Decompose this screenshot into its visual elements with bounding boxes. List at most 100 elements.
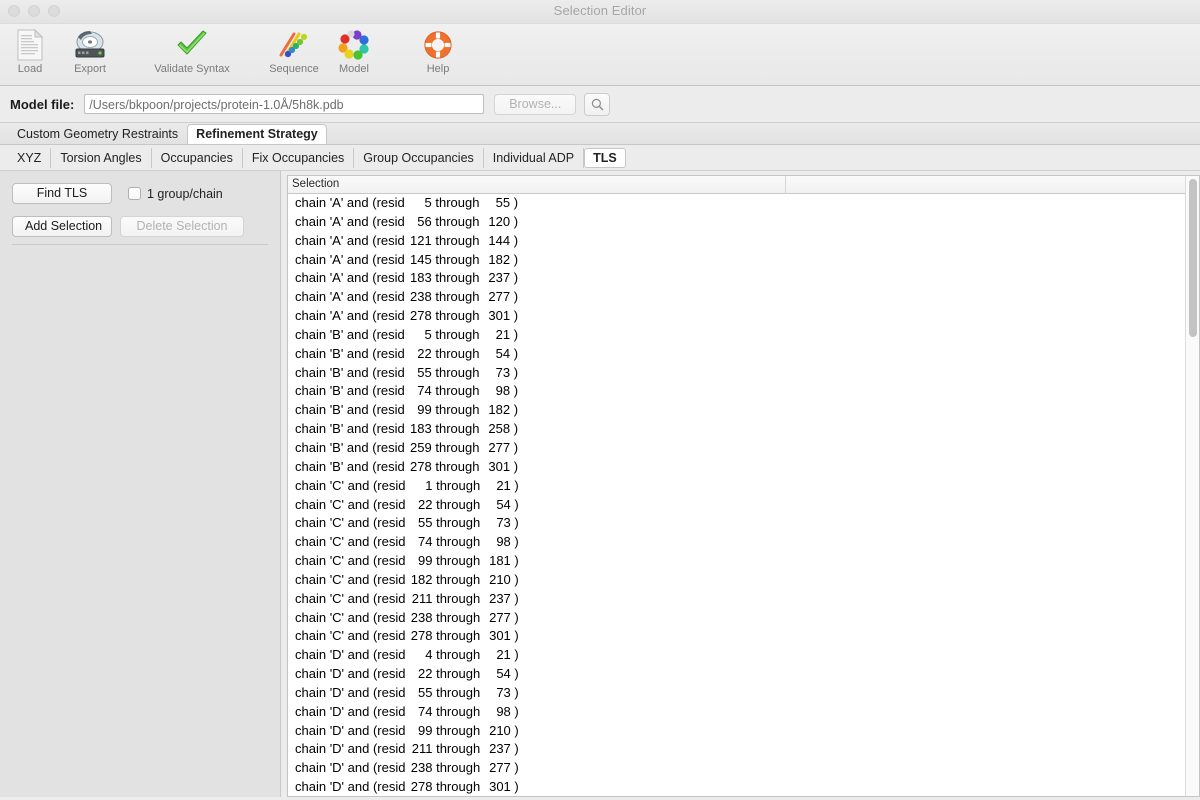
row-resid-end: 54 bbox=[484, 496, 511, 515]
table-row[interactable]: chain 'D' and (resid22 through 54 ) bbox=[288, 665, 1185, 684]
delete-selection-button[interactable]: Delete Selection bbox=[120, 216, 244, 237]
row-suffix: ) bbox=[510, 402, 518, 417]
row-resid-end: 98 bbox=[484, 533, 511, 552]
browse-button[interactable]: Browse... bbox=[494, 94, 576, 115]
table-row[interactable]: chain 'D' and (resid55 through 73 ) bbox=[288, 684, 1185, 703]
row-resid-end: 73 bbox=[484, 684, 511, 703]
table-row[interactable]: chain 'B' and (resid99 through 182 ) bbox=[288, 401, 1185, 420]
row-suffix: ) bbox=[511, 647, 519, 662]
row-suffix: ) bbox=[511, 779, 519, 794]
row-through: through bbox=[432, 289, 483, 304]
table-row[interactable]: chain 'B' and (resid55 through 73 ) bbox=[288, 364, 1185, 383]
find-tls-button[interactable]: Find TLS bbox=[12, 183, 112, 204]
toolbar-label-help: Help bbox=[408, 63, 468, 75]
row-suffix: ) bbox=[511, 515, 519, 530]
green-checkmark-icon bbox=[144, 28, 240, 62]
row-resid-start: 55 bbox=[405, 364, 432, 383]
table-row[interactable]: chain 'C' and (resid278 through 301 ) bbox=[288, 627, 1185, 646]
row-resid-end: 182 bbox=[483, 401, 510, 420]
tab-group-occupancies[interactable]: Group Occupancies bbox=[354, 148, 483, 168]
table-row[interactable]: chain 'C' and (resid22 through 54 ) bbox=[288, 496, 1185, 515]
window-title: Selection Editor bbox=[0, 3, 1200, 18]
tab-xyz[interactable]: XYZ bbox=[8, 148, 51, 168]
table-row[interactable]: chain 'B' and (resid22 through 54 ) bbox=[288, 345, 1185, 364]
row-suffix: ) bbox=[511, 723, 519, 738]
one-group-per-chain-checkbox[interactable]: 1 group/chain bbox=[128, 187, 223, 201]
controls-row-bottom: Add Selection Delete Selection bbox=[0, 216, 280, 237]
row-suffix: ) bbox=[511, 685, 519, 700]
row-resid-start: 211 bbox=[405, 740, 432, 759]
tab-custom-geometry-restraints[interactable]: Custom Geometry Restraints bbox=[8, 124, 187, 144]
row-suffix: ) bbox=[510, 270, 518, 285]
table-row[interactable]: chain 'A' and (resid145 through 182 ) bbox=[288, 251, 1185, 270]
row-prefix: chain 'D' and (resid bbox=[295, 704, 405, 719]
tab-torsion-angles[interactable]: Torsion Angles bbox=[51, 148, 151, 168]
table-row[interactable]: chain 'D' and (resid278 through 301 ) bbox=[288, 778, 1185, 796]
row-prefix: chain 'B' and (resid bbox=[295, 365, 405, 380]
column-header-empty[interactable] bbox=[786, 176, 1185, 193]
row-resid-end: 237 bbox=[484, 740, 511, 759]
toolbar-button-model[interactable]: Model bbox=[324, 28, 384, 75]
checkbox-box[interactable] bbox=[128, 187, 141, 200]
row-suffix: ) bbox=[511, 704, 519, 719]
row-through: through bbox=[432, 628, 483, 643]
table-row[interactable]: chain 'C' and (resid1 through 21 ) bbox=[288, 477, 1185, 496]
table-row[interactable]: chain 'C' and (resid99 through 181 ) bbox=[288, 552, 1185, 571]
secondary-tab-bar: XYZ Torsion Angles Occupancies Fix Occup… bbox=[0, 145, 1200, 171]
row-prefix: chain 'A' and (resid bbox=[295, 214, 405, 229]
row-resid-start: 5 bbox=[405, 194, 432, 213]
row-resid-start: 5 bbox=[405, 326, 432, 345]
table-row[interactable]: chain 'C' and (resid182 through 210 ) bbox=[288, 571, 1185, 590]
table-row[interactable]: chain 'B' and (resid5 through 21 ) bbox=[288, 326, 1185, 345]
row-resid-end: 277 bbox=[483, 439, 510, 458]
table-row[interactable]: chain 'A' and (resid121 through 144 ) bbox=[288, 232, 1185, 251]
tab-occupancies[interactable]: Occupancies bbox=[152, 148, 243, 168]
table-row[interactable]: chain 'A' and (resid56 through 120 ) bbox=[288, 213, 1185, 232]
row-through: through bbox=[432, 515, 483, 530]
table-row[interactable]: chain 'D' and (resid4 through 21 ) bbox=[288, 646, 1185, 665]
row-suffix: ) bbox=[511, 628, 519, 643]
row-resid-start: 278 bbox=[405, 307, 432, 326]
add-selection-button[interactable]: Add Selection bbox=[12, 216, 112, 237]
table-row[interactable]: chain 'D' and (resid238 through 277 ) bbox=[288, 759, 1185, 778]
row-through: through bbox=[432, 421, 483, 436]
list-rows: chain 'A' and (resid5 through 55 )chain … bbox=[288, 194, 1185, 796]
row-resid-end: 55 bbox=[483, 194, 510, 213]
toolbar-button-validate-syntax[interactable]: Validate Syntax bbox=[144, 28, 240, 75]
row-suffix: ) bbox=[511, 610, 519, 625]
row-through: through bbox=[432, 308, 483, 323]
toolbar-button-help[interactable]: Help bbox=[408, 28, 468, 75]
row-prefix: chain 'C' and (resid bbox=[295, 572, 405, 587]
vertical-scrollbar[interactable] bbox=[1185, 175, 1200, 797]
table-row[interactable]: chain 'B' and (resid183 through 258 ) bbox=[288, 420, 1185, 439]
toolbar-button-sequence[interactable]: Sequence bbox=[264, 28, 324, 75]
model-file-input[interactable]: /Users/bkpoon/projects/protein-1.0Å/5h8k… bbox=[84, 94, 484, 114]
table-row[interactable]: chain 'D' and (resid211 through 237 ) bbox=[288, 740, 1185, 759]
table-row[interactable]: chain 'C' and (resid211 through 237 ) bbox=[288, 590, 1185, 609]
tab-refinement-strategy[interactable]: Refinement Strategy bbox=[187, 124, 327, 144]
table-row[interactable]: chain 'B' and (resid259 through 277 ) bbox=[288, 439, 1185, 458]
table-row[interactable]: chain 'D' and (resid99 through 210 ) bbox=[288, 722, 1185, 741]
table-row[interactable]: chain 'B' and (resid74 through 98 ) bbox=[288, 382, 1185, 401]
table-row[interactable]: chain 'C' and (resid55 through 73 ) bbox=[288, 514, 1185, 533]
table-row[interactable]: chain 'C' and (resid74 through 98 ) bbox=[288, 533, 1185, 552]
scrollbar-thumb[interactable] bbox=[1189, 179, 1197, 337]
row-through: through bbox=[432, 741, 483, 756]
row-prefix: chain 'D' and (resid bbox=[295, 666, 405, 681]
row-resid-end: 277 bbox=[484, 609, 511, 628]
tab-tls[interactable]: TLS bbox=[584, 148, 626, 168]
search-button[interactable] bbox=[584, 93, 610, 116]
table-row[interactable]: chain 'B' and (resid278 through 301 ) bbox=[288, 458, 1185, 477]
table-row[interactable]: chain 'C' and (resid238 through 277 ) bbox=[288, 609, 1185, 628]
table-row[interactable]: chain 'A' and (resid238 through 277 ) bbox=[288, 288, 1185, 307]
toolbar-button-export[interactable]: Export bbox=[60, 28, 120, 75]
toolbar-button-load[interactable]: Load bbox=[0, 28, 60, 75]
tab-individual-adp[interactable]: Individual ADP bbox=[484, 148, 584, 168]
table-row[interactable]: chain 'A' and (resid183 through 237 ) bbox=[288, 269, 1185, 288]
column-header-selection[interactable]: Selection bbox=[288, 176, 786, 193]
table-row[interactable]: chain 'D' and (resid74 through 98 ) bbox=[288, 703, 1185, 722]
table-row[interactable]: chain 'A' and (resid278 through 301 ) bbox=[288, 307, 1185, 326]
table-row[interactable]: chain 'A' and (resid5 through 55 ) bbox=[288, 194, 1185, 213]
row-through: through bbox=[432, 214, 483, 229]
tab-fix-occupancies[interactable]: Fix Occupancies bbox=[243, 148, 354, 168]
